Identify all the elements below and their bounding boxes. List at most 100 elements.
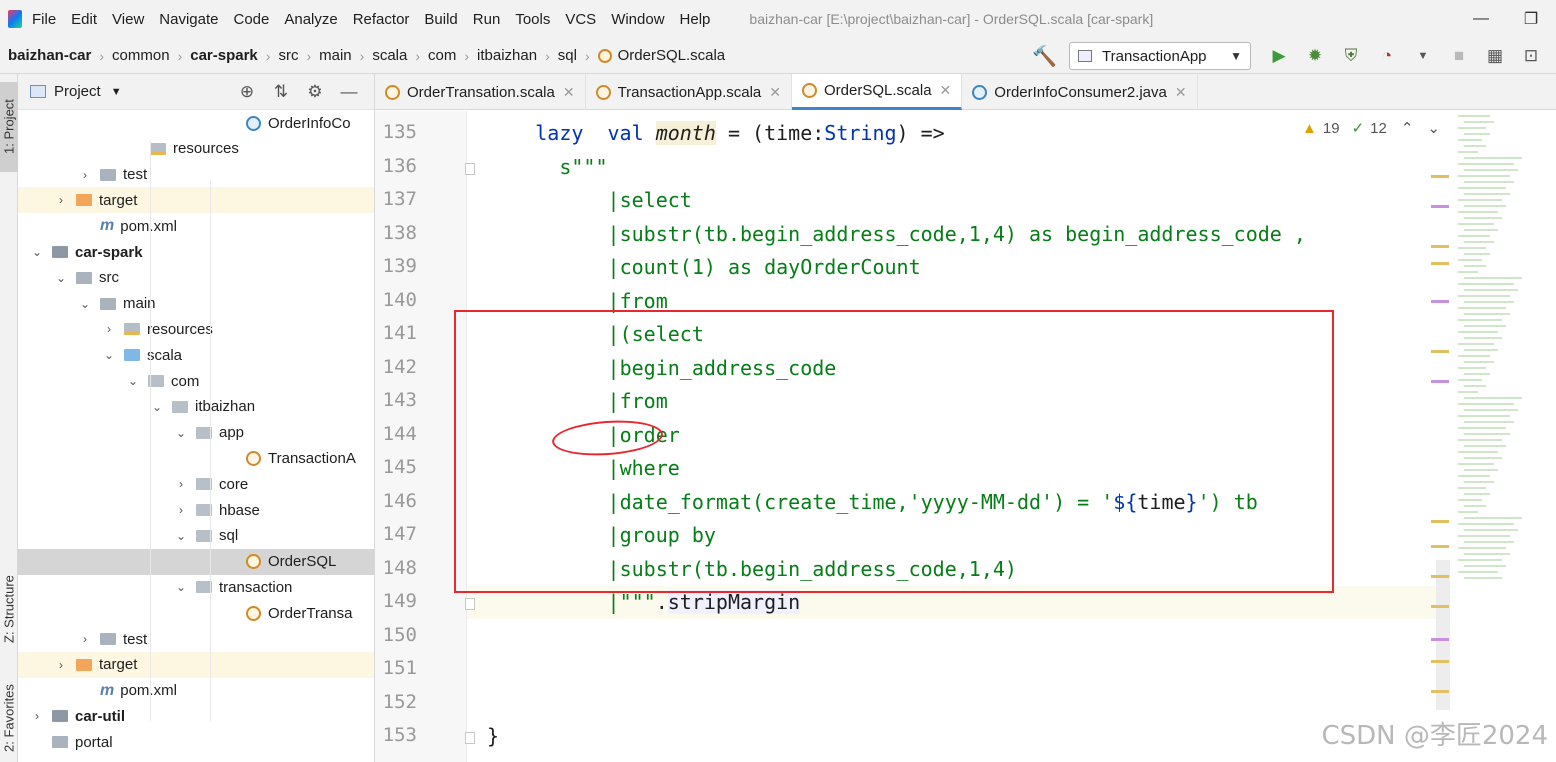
- code-line[interactable]: s""": [467, 151, 1527, 184]
- error-stripe-mark[interactable]: [1431, 350, 1449, 353]
- menu-code[interactable]: Code: [233, 11, 269, 28]
- breadcrumb-item[interactable]: com: [428, 47, 456, 64]
- locate-file-icon[interactable]: ⊕: [230, 82, 264, 102]
- run-icon[interactable]: ▶: [1266, 43, 1292, 69]
- error-stripe-mark[interactable]: [1431, 575, 1449, 578]
- error-stripe-mark[interactable]: [1431, 380, 1449, 383]
- menu-build[interactable]: Build: [424, 11, 457, 28]
- collapsed-chevron-icon[interactable]: ›: [102, 322, 116, 336]
- error-stripe-mark[interactable]: [1431, 638, 1449, 641]
- menu-file[interactable]: File: [32, 11, 56, 28]
- collapsed-chevron-icon[interactable]: ›: [174, 477, 188, 491]
- collapsed-chevron-icon[interactable]: ›: [78, 632, 92, 646]
- project-structure-icon[interactable]: ▦: [1482, 43, 1508, 69]
- collapse-all-icon[interactable]: ⇅: [264, 82, 298, 102]
- tree-item[interactable]: m pom.xml: [18, 678, 374, 704]
- tree-item[interactable]: › test: [18, 162, 374, 188]
- profile-icon[interactable]: ◔: [1374, 43, 1400, 69]
- error-stripe-mark[interactable]: [1431, 690, 1449, 693]
- collapsed-chevron-icon[interactable]: ›: [78, 168, 92, 182]
- tree-item[interactable]: OrderTransa: [18, 600, 374, 626]
- error-stripe-mark[interactable]: [1431, 262, 1449, 265]
- tree-item[interactable]: ⌄ src: [18, 265, 374, 291]
- run-configuration-select[interactable]: TransactionApp ▼: [1069, 42, 1251, 70]
- editor-tab[interactable]: OrderInfoConsumer2.java ✕: [962, 74, 1198, 110]
- tree-item[interactable]: › car-util: [18, 703, 374, 729]
- menu-refactor[interactable]: Refactor: [353, 11, 410, 28]
- tree-item[interactable]: › core: [18, 471, 374, 497]
- error-stripe-mark[interactable]: [1431, 545, 1449, 548]
- editor-tab[interactable]: OrderSQL.scala ✕: [792, 74, 963, 110]
- expanded-chevron-icon[interactable]: ⌄: [126, 374, 140, 388]
- menu-tools[interactable]: Tools: [515, 11, 550, 28]
- expanded-chevron-icon[interactable]: ⌄: [102, 348, 116, 362]
- favorites-tool-tab[interactable]: 2: Favorites: [0, 674, 18, 762]
- build-hammer-icon[interactable]: 🔨: [1032, 44, 1057, 69]
- tree-item[interactable]: ⌄ transaction: [18, 574, 374, 600]
- editor-tab[interactable]: TransactionApp.scala ✕: [586, 74, 792, 110]
- project-panel-title[interactable]: Project: [54, 83, 101, 100]
- code-line[interactable]: |count(1) as dayOrderCount: [467, 251, 1527, 284]
- stop-icon[interactable]: ■: [1446, 43, 1472, 69]
- breadcrumb-item[interactable]: scala: [372, 47, 407, 64]
- error-stripe-mark[interactable]: [1431, 605, 1449, 608]
- code-line[interactable]: [467, 620, 1527, 653]
- close-tab-icon[interactable]: ✕: [1175, 84, 1187, 101]
- expanded-chevron-icon[interactable]: ⌄: [174, 426, 188, 440]
- ide-toolbox-icon[interactable]: ⊡: [1518, 43, 1544, 69]
- breadcrumb-item[interactable]: OrderSQL.scala: [618, 47, 726, 64]
- tree-item[interactable]: ⌄ com: [18, 368, 374, 394]
- menu-help[interactable]: Help: [680, 11, 711, 28]
- breadcrumb-item[interactable]: baizhan-car: [8, 47, 91, 64]
- tree-item[interactable]: OrderSQL: [18, 548, 374, 575]
- tree-item[interactable]: › test: [18, 626, 374, 652]
- fold-marker-icon[interactable]: [465, 732, 475, 744]
- menu-edit[interactable]: Edit: [71, 11, 97, 28]
- menu-run[interactable]: Run: [473, 11, 501, 28]
- breadcrumb-item[interactable]: itbaizhan: [477, 47, 537, 64]
- tree-item[interactable]: ⌄ app: [18, 420, 374, 446]
- project-tool-tab[interactable]: 1: Project: [0, 82, 18, 172]
- breadcrumb-item[interactable]: common: [112, 47, 170, 64]
- tree-item[interactable]: m pom.xml: [18, 213, 374, 239]
- menu-vcs[interactable]: VCS: [565, 11, 596, 28]
- code-line[interactable]: |select: [467, 184, 1527, 217]
- collapsed-chevron-icon[interactable]: ›: [54, 658, 68, 672]
- editor-scrollbar[interactable]: [1436, 560, 1450, 710]
- tree-item[interactable]: ⌄ scala: [18, 342, 374, 368]
- breadcrumb-item[interactable]: src: [278, 47, 298, 64]
- expanded-chevron-icon[interactable]: ⌄: [78, 297, 92, 311]
- collapsed-chevron-icon[interactable]: ›: [174, 503, 188, 517]
- error-stripe-mark[interactable]: [1431, 205, 1449, 208]
- menu-view[interactable]: View: [112, 11, 144, 28]
- error-stripe-mark[interactable]: [1431, 245, 1449, 248]
- chevron-down-icon[interactable]: ▼: [111, 86, 122, 98]
- expanded-chevron-icon[interactable]: ⌄: [150, 400, 164, 414]
- gear-icon[interactable]: ⚙: [298, 82, 332, 102]
- tree-item[interactable]: ⌄ itbaizhan: [18, 394, 374, 420]
- more-run-chevron-icon[interactable]: ▼: [1410, 43, 1436, 69]
- expanded-chevron-icon[interactable]: ⌄: [174, 529, 188, 543]
- tree-item[interactable]: › target: [18, 651, 374, 678]
- coverage-icon[interactable]: ⛨: [1338, 43, 1364, 69]
- error-stripe-mark[interactable]: [1431, 520, 1449, 523]
- tree-item[interactable]: ⌄ sql: [18, 523, 374, 549]
- tree-item[interactable]: resources: [18, 136, 374, 162]
- tree-item[interactable]: › hbase: [18, 497, 374, 523]
- editor-tab[interactable]: OrderTransation.scala ✕: [375, 74, 586, 110]
- tree-item[interactable]: TransactionA: [18, 445, 374, 471]
- code-line[interactable]: [467, 653, 1527, 686]
- error-stripe-mark[interactable]: [1431, 660, 1449, 663]
- tree-item[interactable]: portal: [18, 729, 374, 755]
- error-stripe-mark[interactable]: [1431, 175, 1449, 178]
- tree-item[interactable]: › resources: [18, 316, 374, 342]
- restore-icon[interactable]: ❐: [1506, 0, 1556, 38]
- debug-icon[interactable]: ✹: [1302, 43, 1328, 69]
- hide-panel-icon[interactable]: —: [332, 82, 366, 102]
- tree-item[interactable]: OrderInfoCo: [18, 110, 374, 136]
- expanded-chevron-icon[interactable]: ⌄: [30, 245, 44, 259]
- menu-window[interactable]: Window: [611, 11, 664, 28]
- code-line[interactable]: lazy val month = (time:String) =>: [467, 117, 1527, 150]
- error-stripe-mark[interactable]: [1431, 300, 1449, 303]
- menu-navigate[interactable]: Navigate: [159, 11, 218, 28]
